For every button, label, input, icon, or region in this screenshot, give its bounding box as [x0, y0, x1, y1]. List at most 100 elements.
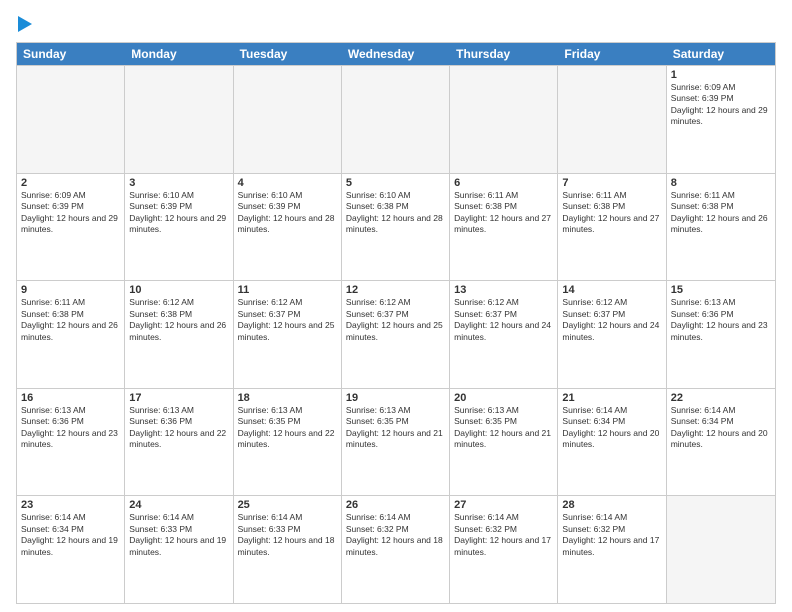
- day-info: Sunrise: 6:12 AM Sunset: 6:37 PM Dayligh…: [238, 297, 337, 343]
- day-cell: [125, 66, 233, 173]
- day-number: 15: [671, 284, 771, 296]
- day-cell: 17Sunrise: 6:13 AM Sunset: 6:36 PM Dayli…: [125, 389, 233, 496]
- day-info: Sunrise: 6:14 AM Sunset: 6:32 PM Dayligh…: [346, 512, 445, 558]
- day-cell: 16Sunrise: 6:13 AM Sunset: 6:36 PM Dayli…: [17, 389, 125, 496]
- day-number: 19: [346, 392, 445, 404]
- day-number: 1: [671, 69, 771, 81]
- day-number: 22: [671, 392, 771, 404]
- day-info: Sunrise: 6:14 AM Sunset: 6:33 PM Dayligh…: [238, 512, 337, 558]
- day-number: 26: [346, 499, 445, 511]
- day-info: Sunrise: 6:13 AM Sunset: 6:36 PM Dayligh…: [21, 405, 120, 451]
- day-cell: 21Sunrise: 6:14 AM Sunset: 6:34 PM Dayli…: [558, 389, 666, 496]
- page: SundayMondayTuesdayWednesdayThursdayFrid…: [0, 0, 792, 612]
- day-header: Friday: [558, 43, 666, 65]
- day-number: 2: [21, 177, 120, 189]
- day-cell: 26Sunrise: 6:14 AM Sunset: 6:32 PM Dayli…: [342, 496, 450, 603]
- week-row: 23Sunrise: 6:14 AM Sunset: 6:34 PM Dayli…: [17, 495, 775, 603]
- day-number: 3: [129, 177, 228, 189]
- day-cell: 6Sunrise: 6:11 AM Sunset: 6:38 PM Daylig…: [450, 174, 558, 281]
- day-info: Sunrise: 6:13 AM Sunset: 6:36 PM Dayligh…: [671, 297, 771, 343]
- day-cell: 9Sunrise: 6:11 AM Sunset: 6:38 PM Daylig…: [17, 281, 125, 388]
- day-number: 23: [21, 499, 120, 511]
- day-info: Sunrise: 6:09 AM Sunset: 6:39 PM Dayligh…: [21, 190, 120, 236]
- week-row: 16Sunrise: 6:13 AM Sunset: 6:36 PM Dayli…: [17, 388, 775, 496]
- day-number: 6: [454, 177, 553, 189]
- day-cell: 23Sunrise: 6:14 AM Sunset: 6:34 PM Dayli…: [17, 496, 125, 603]
- day-info: Sunrise: 6:13 AM Sunset: 6:35 PM Dayligh…: [454, 405, 553, 451]
- day-info: Sunrise: 6:14 AM Sunset: 6:34 PM Dayligh…: [21, 512, 120, 558]
- day-cell: [17, 66, 125, 173]
- day-cell: 28Sunrise: 6:14 AM Sunset: 6:32 PM Dayli…: [558, 496, 666, 603]
- day-number: 20: [454, 392, 553, 404]
- day-info: Sunrise: 6:14 AM Sunset: 6:32 PM Dayligh…: [454, 512, 553, 558]
- day-number: 14: [562, 284, 661, 296]
- header: [16, 16, 776, 32]
- day-info: Sunrise: 6:12 AM Sunset: 6:38 PM Dayligh…: [129, 297, 228, 343]
- day-headers: SundayMondayTuesdayWednesdayThursdayFrid…: [17, 43, 775, 65]
- day-number: 24: [129, 499, 228, 511]
- week-row: 9Sunrise: 6:11 AM Sunset: 6:38 PM Daylig…: [17, 280, 775, 388]
- logo-arrow-icon: [18, 16, 32, 32]
- week-row: 2Sunrise: 6:09 AM Sunset: 6:39 PM Daylig…: [17, 173, 775, 281]
- day-number: 16: [21, 392, 120, 404]
- day-info: Sunrise: 6:11 AM Sunset: 6:38 PM Dayligh…: [671, 190, 771, 236]
- day-cell: 18Sunrise: 6:13 AM Sunset: 6:35 PM Dayli…: [234, 389, 342, 496]
- day-info: Sunrise: 6:10 AM Sunset: 6:39 PM Dayligh…: [238, 190, 337, 236]
- day-cell: 1Sunrise: 6:09 AM Sunset: 6:39 PM Daylig…: [667, 66, 775, 173]
- day-cell: 5Sunrise: 6:10 AM Sunset: 6:38 PM Daylig…: [342, 174, 450, 281]
- week-row: 1Sunrise: 6:09 AM Sunset: 6:39 PM Daylig…: [17, 65, 775, 173]
- day-number: 10: [129, 284, 228, 296]
- day-cell: 3Sunrise: 6:10 AM Sunset: 6:39 PM Daylig…: [125, 174, 233, 281]
- day-header: Saturday: [667, 43, 775, 65]
- day-info: Sunrise: 6:14 AM Sunset: 6:34 PM Dayligh…: [671, 405, 771, 451]
- day-number: 25: [238, 499, 337, 511]
- day-number: 27: [454, 499, 553, 511]
- day-info: Sunrise: 6:14 AM Sunset: 6:32 PM Dayligh…: [562, 512, 661, 558]
- day-info: Sunrise: 6:13 AM Sunset: 6:35 PM Dayligh…: [346, 405, 445, 451]
- day-number: 13: [454, 284, 553, 296]
- day-info: Sunrise: 6:11 AM Sunset: 6:38 PM Dayligh…: [21, 297, 120, 343]
- day-cell: 25Sunrise: 6:14 AM Sunset: 6:33 PM Dayli…: [234, 496, 342, 603]
- day-info: Sunrise: 6:12 AM Sunset: 6:37 PM Dayligh…: [346, 297, 445, 343]
- day-number: 17: [129, 392, 228, 404]
- day-info: Sunrise: 6:09 AM Sunset: 6:39 PM Dayligh…: [671, 82, 771, 128]
- day-cell: 13Sunrise: 6:12 AM Sunset: 6:37 PM Dayli…: [450, 281, 558, 388]
- day-cell: 2Sunrise: 6:09 AM Sunset: 6:39 PM Daylig…: [17, 174, 125, 281]
- day-info: Sunrise: 6:14 AM Sunset: 6:33 PM Dayligh…: [129, 512, 228, 558]
- calendar: SundayMondayTuesdayWednesdayThursdayFrid…: [16, 42, 776, 604]
- day-number: 7: [562, 177, 661, 189]
- day-header: Tuesday: [234, 43, 342, 65]
- day-cell: [558, 66, 666, 173]
- day-info: Sunrise: 6:12 AM Sunset: 6:37 PM Dayligh…: [454, 297, 553, 343]
- day-cell: [234, 66, 342, 173]
- day-info: Sunrise: 6:11 AM Sunset: 6:38 PM Dayligh…: [562, 190, 661, 236]
- day-number: 18: [238, 392, 337, 404]
- weeks: 1Sunrise: 6:09 AM Sunset: 6:39 PM Daylig…: [17, 65, 775, 603]
- day-header: Monday: [125, 43, 233, 65]
- day-number: 11: [238, 284, 337, 296]
- day-header: Thursday: [450, 43, 558, 65]
- day-cell: 10Sunrise: 6:12 AM Sunset: 6:38 PM Dayli…: [125, 281, 233, 388]
- day-cell: 24Sunrise: 6:14 AM Sunset: 6:33 PM Dayli…: [125, 496, 233, 603]
- day-cell: [667, 496, 775, 603]
- day-number: 9: [21, 284, 120, 296]
- day-info: Sunrise: 6:14 AM Sunset: 6:34 PM Dayligh…: [562, 405, 661, 451]
- day-cell: 20Sunrise: 6:13 AM Sunset: 6:35 PM Dayli…: [450, 389, 558, 496]
- day-number: 4: [238, 177, 337, 189]
- day-cell: 27Sunrise: 6:14 AM Sunset: 6:32 PM Dayli…: [450, 496, 558, 603]
- day-number: 28: [562, 499, 661, 511]
- day-cell: 15Sunrise: 6:13 AM Sunset: 6:36 PM Dayli…: [667, 281, 775, 388]
- day-number: 8: [671, 177, 771, 189]
- day-info: Sunrise: 6:11 AM Sunset: 6:38 PM Dayligh…: [454, 190, 553, 236]
- day-info: Sunrise: 6:10 AM Sunset: 6:39 PM Dayligh…: [129, 190, 228, 236]
- day-info: Sunrise: 6:10 AM Sunset: 6:38 PM Dayligh…: [346, 190, 445, 236]
- day-cell: 22Sunrise: 6:14 AM Sunset: 6:34 PM Dayli…: [667, 389, 775, 496]
- day-cell: 8Sunrise: 6:11 AM Sunset: 6:38 PM Daylig…: [667, 174, 775, 281]
- day-number: 5: [346, 177, 445, 189]
- day-info: Sunrise: 6:12 AM Sunset: 6:37 PM Dayligh…: [562, 297, 661, 343]
- day-header: Wednesday: [342, 43, 450, 65]
- day-cell: 12Sunrise: 6:12 AM Sunset: 6:37 PM Dayli…: [342, 281, 450, 388]
- day-info: Sunrise: 6:13 AM Sunset: 6:36 PM Dayligh…: [129, 405, 228, 451]
- day-cell: 14Sunrise: 6:12 AM Sunset: 6:37 PM Dayli…: [558, 281, 666, 388]
- day-cell: 7Sunrise: 6:11 AM Sunset: 6:38 PM Daylig…: [558, 174, 666, 281]
